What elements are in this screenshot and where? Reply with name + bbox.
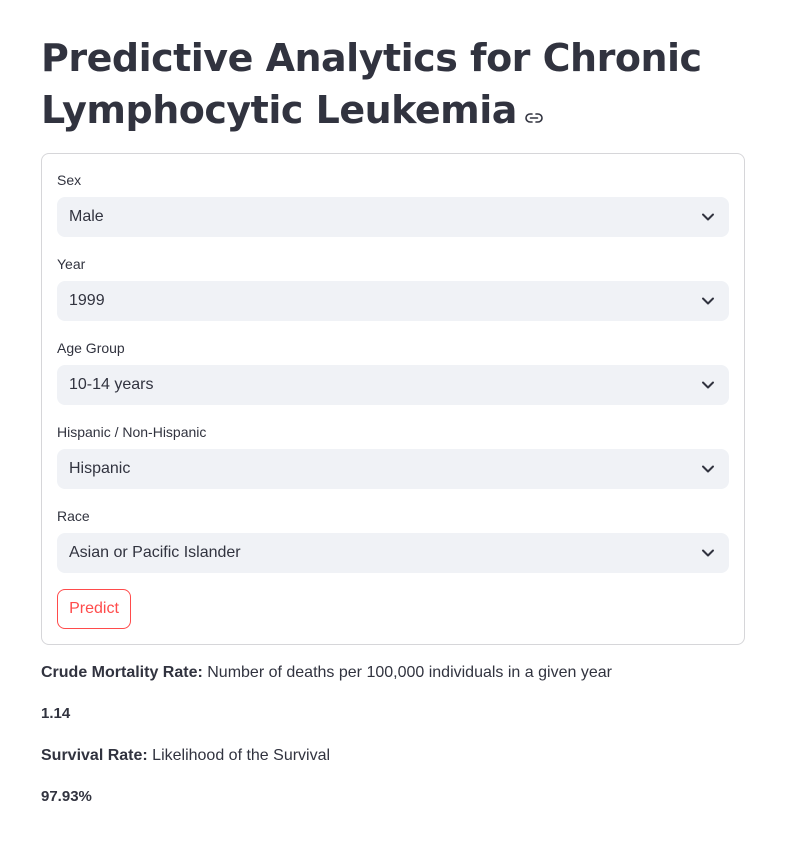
race-label: Race	[57, 508, 90, 524]
age-group-label: Age Group	[57, 340, 125, 356]
race-field: Race Asian or Pacific Islander	[57, 507, 729, 573]
sex-label: Sex	[57, 172, 82, 188]
race-select[interactable]: Asian or Pacific Islander	[57, 533, 729, 573]
ethnicity-field: Hispanic / Non-Hispanic Hispanic	[57, 423, 729, 489]
year-select-value: 1999	[69, 292, 105, 309]
prediction-form: Sex Male Year 1999 Age Group 10-14 years…	[41, 153, 745, 645]
year-field: Year 1999	[57, 255, 729, 321]
survival-rate-value: 97.93%	[41, 788, 92, 805]
page: Predictive Analytics for Chronic Lymphoc…	[0, 0, 807, 852]
mortality-rate-description: Crude Mortality Rate: Number of deaths p…	[41, 662, 612, 684]
year-label: Year	[57, 256, 86, 272]
sex-select[interactable]: Male	[57, 197, 729, 237]
chevron-down-icon	[702, 465, 714, 473]
mortality-rate-label: Crude Mortality Rate:	[41, 664, 203, 681]
predict-button[interactable]: Predict	[57, 589, 131, 629]
page-title-text: Predictive Analytics for Chronic Lymphoc…	[41, 36, 702, 132]
chevron-down-icon	[702, 381, 714, 389]
survival-rate-label: Survival Rate:	[41, 747, 148, 764]
survival-rate-description: Survival Rate: Likelihood of the Surviva…	[41, 745, 330, 767]
link-icon[interactable]	[525, 85, 543, 137]
ethnicity-label: Hispanic / Non-Hispanic	[57, 424, 207, 440]
survival-rate-desc: Likelihood of the Survival	[147, 747, 331, 764]
age-group-select[interactable]: 10-14 years	[57, 365, 729, 405]
page-title: Predictive Analytics for Chronic Lymphoc…	[41, 32, 761, 137]
mortality-rate-desc: Number of deaths per 100,000 individuals…	[202, 664, 612, 681]
ethnicity-select[interactable]: Hispanic	[57, 449, 729, 489]
year-select[interactable]: 1999	[57, 281, 729, 321]
race-select-value: Asian or Pacific Islander	[69, 544, 241, 561]
sex-select-value: Male	[69, 208, 104, 225]
ethnicity-select-value: Hispanic	[69, 460, 131, 477]
age-group-field: Age Group 10-14 years	[57, 339, 729, 405]
age-group-select-value: 10-14 years	[69, 376, 154, 393]
sex-field: Sex Male	[57, 171, 729, 237]
mortality-rate-value: 1.14	[41, 705, 71, 722]
chevron-down-icon	[702, 213, 714, 221]
chevron-down-icon	[702, 549, 714, 557]
chevron-down-icon	[702, 297, 714, 305]
